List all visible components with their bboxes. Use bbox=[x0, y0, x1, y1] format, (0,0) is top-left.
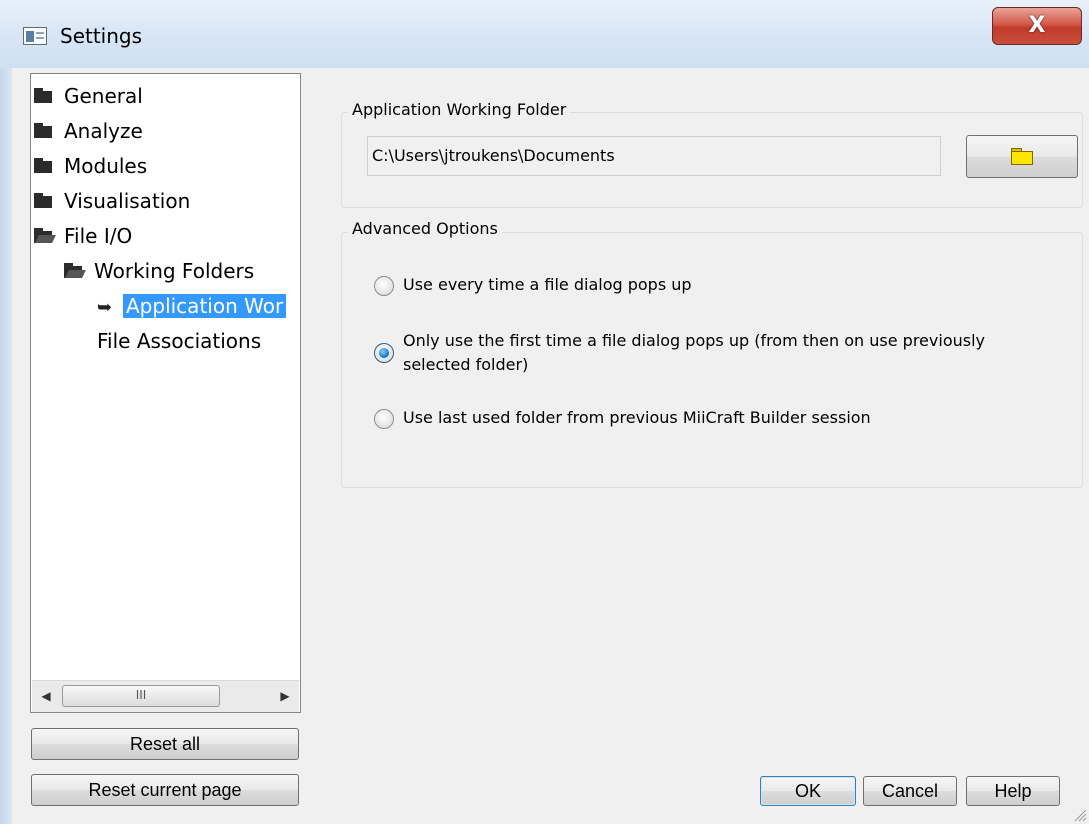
radio-button[interactable] bbox=[374, 276, 394, 296]
arrow-right-icon: ➥ bbox=[97, 296, 113, 318]
ok-button[interactable]: OK bbox=[760, 776, 856, 806]
tree-item-label: Visualisation bbox=[64, 189, 191, 213]
radio-option-last-used[interactable]: Use last used folder from previous MiiCr… bbox=[374, 406, 1074, 432]
radio-option-label-continued: selected folder) bbox=[403, 355, 529, 374]
radio-button[interactable] bbox=[374, 409, 394, 429]
radio-option-label: Only use the first time a file dialog po… bbox=[403, 331, 985, 350]
scroll-right-arrow-icon[interactable]: ▶ bbox=[271, 681, 299, 712]
cancel-button[interactable]: Cancel bbox=[863, 776, 957, 806]
tree-item-label: Working Folders bbox=[94, 259, 255, 283]
radio-button-checked[interactable] bbox=[374, 343, 394, 363]
reset-all-button[interactable]: Reset all bbox=[31, 728, 299, 760]
folder-closed-icon bbox=[34, 192, 56, 209]
folder-open-icon bbox=[34, 227, 56, 244]
folder-closed-icon bbox=[34, 122, 56, 139]
app-icon bbox=[23, 27, 47, 45]
tree-item-label: General bbox=[64, 84, 143, 108]
working-folder-path-field[interactable]: C:\Users\jtroukens\Documents bbox=[367, 136, 941, 176]
close-icon: X bbox=[1028, 13, 1046, 38]
tree-item-modules[interactable]: Modules bbox=[34, 150, 147, 182]
reset-current-page-button[interactable]: Reset current page bbox=[31, 774, 299, 806]
radio-option-label: Use last used folder from previous MiiCr… bbox=[403, 408, 871, 427]
tree-item-working-folders[interactable]: Working Folders bbox=[64, 255, 254, 287]
tree-item-file-io[interactable]: File I/O bbox=[34, 220, 132, 252]
browse-folder-button[interactable] bbox=[966, 135, 1078, 178]
working-folder-group-title: Application Working Folder bbox=[348, 100, 571, 119]
tree-item-application-working-folder[interactable]: ➥ Application Wor bbox=[97, 290, 287, 322]
window-frame-left bbox=[0, 68, 12, 824]
folder-closed-icon bbox=[34, 87, 56, 104]
radio-option-label: Use every time a file dialog pops up bbox=[403, 275, 692, 294]
tree-item-analyze[interactable]: Analyze bbox=[34, 115, 143, 147]
folder-closed-icon bbox=[34, 157, 56, 174]
resize-grip-icon[interactable] bbox=[1073, 808, 1087, 822]
tree-item-label: File Associations bbox=[97, 329, 262, 353]
tree-item-label: Application Wor bbox=[123, 294, 287, 318]
tree-item-visualisation[interactable]: Visualisation bbox=[34, 185, 190, 217]
title-bar[interactable]: Settings X bbox=[0, 0, 1089, 68]
tree-item-label: File I/O bbox=[64, 224, 133, 248]
tree-item-file-associations[interactable]: File Associations bbox=[97, 325, 261, 357]
close-button[interactable]: X bbox=[992, 7, 1082, 45]
folder-icon bbox=[1011, 148, 1033, 165]
radio-option-first-time[interactable]: Only use the first time a file dialog po… bbox=[374, 329, 1079, 379]
radio-option-every-time[interactable]: Use every time a file dialog pops up bbox=[374, 273, 1074, 299]
advanced-options-group-title: Advanced Options bbox=[348, 219, 502, 238]
tree-item-label: Analyze bbox=[64, 119, 143, 143]
scroll-grip-icon: III bbox=[135, 688, 147, 702]
settings-tree[interactable]: General Analyze Modules Visualisation Fi… bbox=[30, 73, 301, 713]
scroll-left-arrow-icon[interactable]: ◀ bbox=[32, 681, 60, 712]
help-button[interactable]: Help bbox=[966, 776, 1060, 806]
tree-item-general[interactable]: General bbox=[34, 80, 143, 112]
settings-window: Settings X General Analyze Modules Visua… bbox=[0, 0, 1089, 824]
horizontal-scrollbar[interactable]: ◀ III ▶ bbox=[32, 680, 299, 712]
window-title: Settings bbox=[60, 24, 143, 48]
folder-open-icon bbox=[64, 262, 86, 279]
scroll-thumb[interactable]: III bbox=[62, 685, 220, 707]
tree-item-label: Modules bbox=[64, 154, 148, 178]
dialog-client-area: General Analyze Modules Visualisation Fi… bbox=[12, 68, 1089, 824]
